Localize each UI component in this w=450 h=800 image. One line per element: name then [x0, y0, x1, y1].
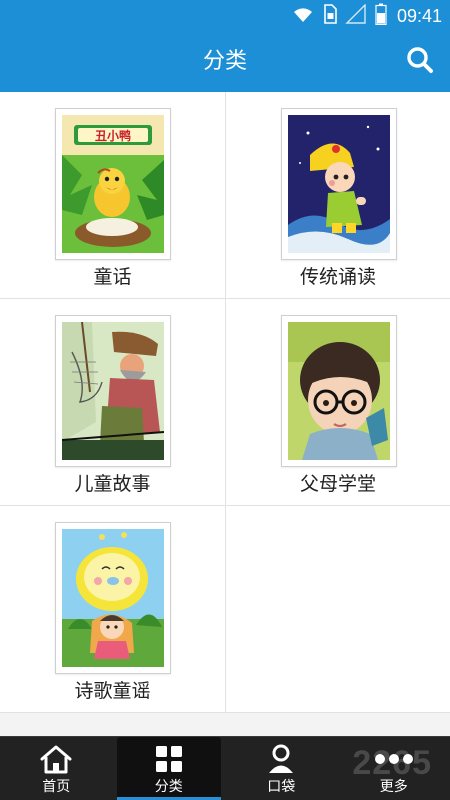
signal-icon [345, 3, 367, 28]
category-card-chuantong[interactable]: 传统诵读 [225, 92, 450, 298]
page-title: 分类 [202, 49, 247, 74]
tab-category[interactable]: 分类 [116, 737, 221, 800]
svg-text:丑小鸭: 丑小鸭 [95, 128, 131, 143]
category-label: 传统诵读 [299, 266, 376, 288]
tab-bar: 首页 分类 口袋 更多 [0, 736, 450, 800]
category-label: 童话 [93, 266, 132, 288]
sim-icon [323, 4, 337, 28]
app-bar: 分类 [0, 32, 450, 92]
category-thumbnail [281, 315, 397, 467]
category-thumbnail [281, 108, 397, 260]
tab-label: 首页 [42, 779, 71, 795]
category-label: 诗歌童谣 [74, 680, 151, 702]
category-card-fumu[interactable]: 父母学堂 [225, 299, 450, 505]
category-row: 丑小鸭 童话 传统诵读 [0, 92, 450, 299]
sun-character-cover-image [62, 529, 164, 667]
home-icon [39, 744, 73, 774]
category-thumbnail: 丑小鸭 [55, 108, 171, 260]
tab-pocket[interactable]: 口袋 [225, 737, 338, 800]
search-button[interactable] [404, 46, 436, 78]
category-label: 儿童故事 [74, 473, 151, 495]
category-card-ertong[interactable]: 儿童故事 [0, 299, 225, 505]
battery-icon [375, 3, 387, 29]
duckling-cover-image: 丑小鸭 [62, 115, 164, 253]
wifi-icon [291, 5, 315, 27]
more-dots-icon [374, 744, 414, 774]
boy-yellow-hat-cover-image [288, 115, 390, 253]
status-bar: 09:41 [0, 0, 450, 32]
category-grid: 丑小鸭 童话 传统诵读 儿童故事 父母学堂 诗歌童谣 [0, 92, 450, 713]
status-time: 09:41 [396, 5, 442, 26]
category-thumbnail [55, 315, 171, 467]
search-icon [406, 46, 434, 78]
tab-more[interactable]: 更多 [338, 737, 450, 800]
tab-label: 更多 [379, 779, 408, 795]
status-icons: 09:41 [291, 0, 442, 32]
category-card-shige[interactable]: 诗歌童谣 [0, 506, 225, 712]
category-row: 诗歌童谣 [0, 506, 450, 713]
fisherman-cover-image [62, 322, 164, 460]
grid-icon [155, 744, 183, 774]
tab-label: 分类 [154, 779, 183, 795]
tab-label: 口袋 [267, 779, 296, 795]
category-label: 父母学堂 [299, 473, 376, 495]
category-thumbnail [55, 522, 171, 674]
category-row: 儿童故事 父母学堂 [0, 299, 450, 506]
child-glasses-photo-image [288, 322, 390, 460]
tab-home[interactable]: 首页 [0, 737, 113, 800]
user-icon [266, 744, 296, 774]
empty-cell [225, 506, 450, 712]
category-card-tonghua[interactable]: 丑小鸭 童话 [0, 92, 225, 298]
